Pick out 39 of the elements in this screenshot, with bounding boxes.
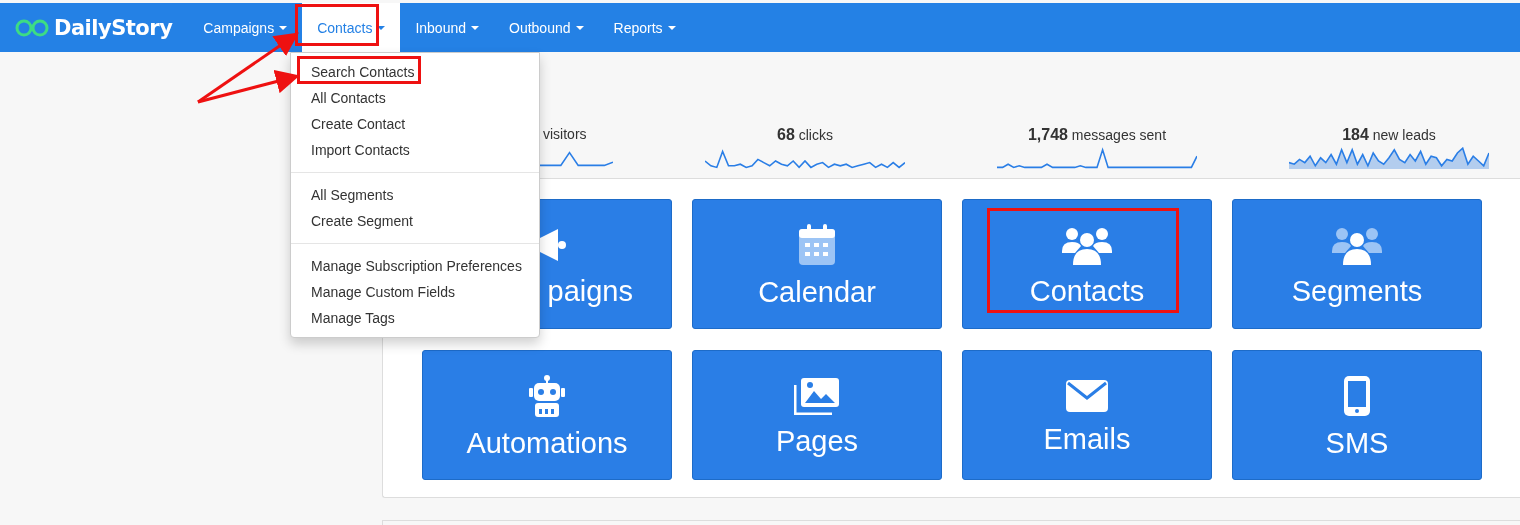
app-tile[interactable]: Emails <box>962 350 1212 480</box>
tile-label: Segments <box>1291 274 1423 308</box>
nav-menu-item[interactable]: Reports <box>598 3 691 52</box>
dropdown-menu-item[interactable]: Import Contacts <box>291 137 539 163</box>
caret-icon <box>667 25 676 30</box>
caret-icon <box>377 25 386 30</box>
tile-label: Pages <box>775 424 859 458</box>
tile-label: Automations <box>466 426 628 460</box>
tile-label: paigns <box>547 274 633 308</box>
nav-menu-item[interactable]: Inbound <box>400 3 494 52</box>
nav-menu-item[interactable]: Outbound <box>494 3 599 52</box>
dropdown-menu-item[interactable]: All Contacts <box>291 85 539 111</box>
app-tile[interactable]: Segments <box>1232 199 1482 329</box>
tile-label: SMS <box>1325 426 1389 460</box>
app-tile[interactable]: Contacts <box>962 199 1212 329</box>
app-tile[interactable]: Automations <box>422 350 672 480</box>
images-icon <box>794 376 840 415</box>
stat-text: 184 new leads <box>1342 126 1436 144</box>
tile-label: Contacts <box>1029 274 1145 308</box>
envelope-icon <box>1065 378 1109 413</box>
stat-text: 1,748 messages sent <box>1027 126 1167 144</box>
app-tile[interactable]: Calendar <box>692 199 942 329</box>
caret-icon <box>471 25 479 30</box>
phone-icon <box>1343 374 1371 417</box>
app-tile[interactable]: Pages <box>692 350 942 480</box>
calendar-icon <box>798 223 836 266</box>
robot-icon <box>529 374 565 417</box>
tile-label: Calendar <box>758 275 876 309</box>
dropdown-menu-item[interactable]: Create Contact <box>291 111 539 137</box>
tile-label: Emails <box>1043 422 1131 456</box>
stat-text: 68 clicks <box>777 126 833 144</box>
caret-icon <box>575 25 584 30</box>
infinity-logo-icon[interactable] <box>14 17 50 38</box>
brand-name[interactable]: DailyStory <box>54 15 173 40</box>
caret-icon <box>279 25 288 30</box>
dropdown-menu-item[interactable]: Search Contacts <box>291 59 539 85</box>
app-tile[interactable]: SMS <box>1232 350 1482 480</box>
nav-menu-item[interactable]: Campaigns <box>188 3 303 52</box>
stat-text: visitors <box>543 126 587 142</box>
